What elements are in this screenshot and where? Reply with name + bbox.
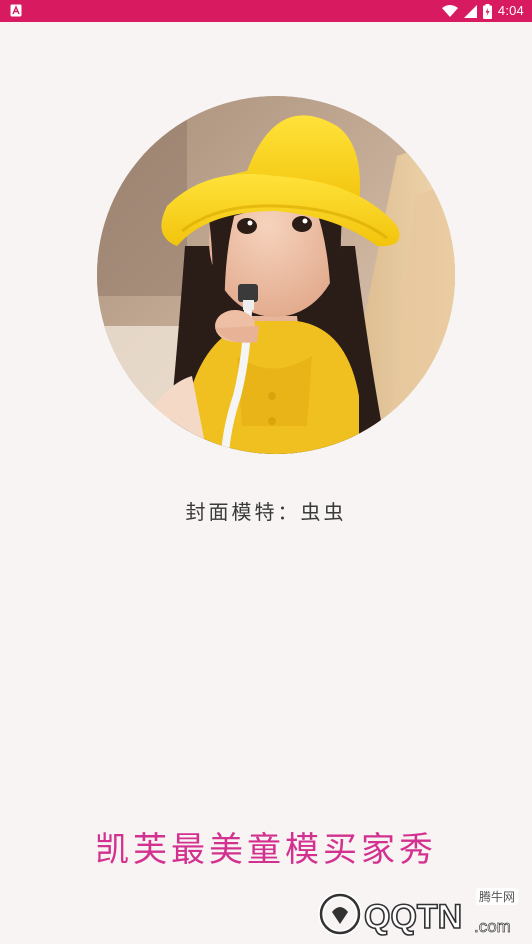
wifi-icon <box>441 4 458 17</box>
cover-model-photo <box>97 96 455 454</box>
site-watermark: 腾牛网 QQTN .com <box>314 884 524 940</box>
clock: 4:04 <box>497 3 524 18</box>
watermark-logo-suffix: .com <box>474 917 511 936</box>
notification-icon <box>10 4 22 17</box>
watermark-logo-text: QQTN <box>364 898 462 936</box>
watermark-site-label: 腾牛网 <box>475 888 518 905</box>
child-in-yellow-hat-image <box>97 96 455 454</box>
brand-slogan: 凯芙最美童模买家秀 <box>95 830 437 870</box>
battery-icon <box>482 3 492 19</box>
status-bar: 4:04 <box>0 0 532 22</box>
cover-model-caption: 封面模特：虫虫 <box>185 500 347 524</box>
signal-icon <box>463 4 477 18</box>
